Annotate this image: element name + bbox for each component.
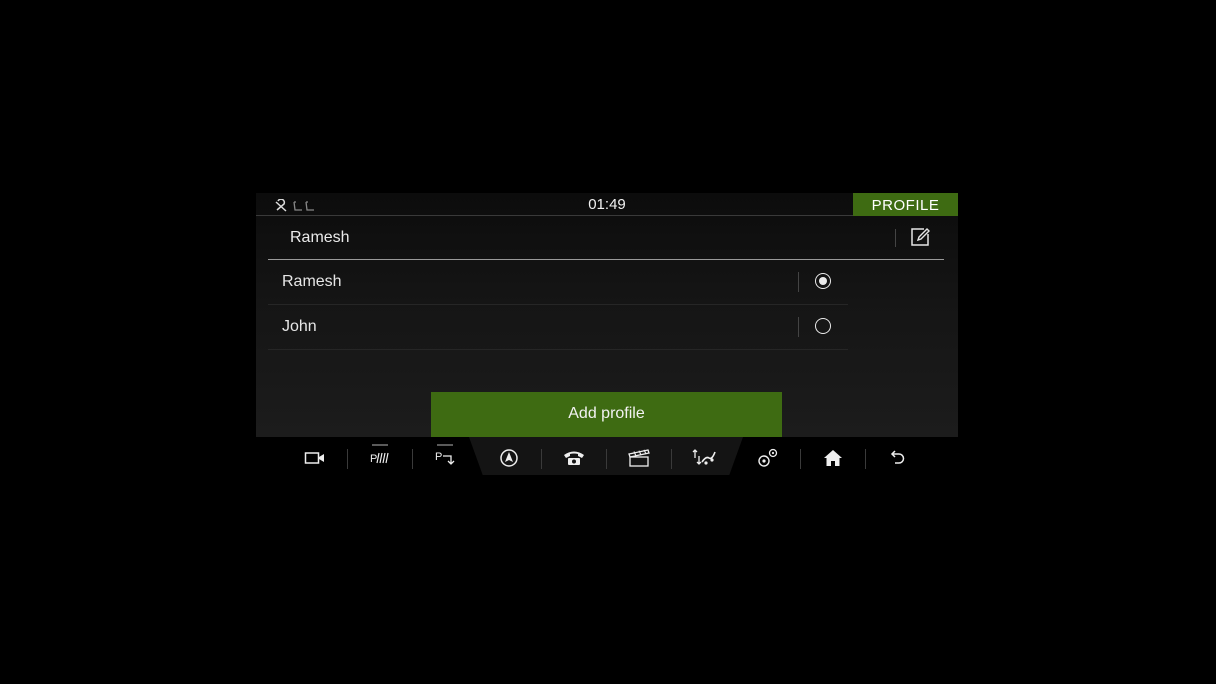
navigation-icon: [499, 448, 519, 468]
camera-button[interactable]: [295, 445, 335, 471]
phone-icon: [563, 449, 585, 467]
edit-profile-button[interactable]: [908, 225, 932, 249]
current-profile-row: Ramesh: [268, 217, 944, 260]
divider: [798, 272, 799, 292]
media-button[interactable]: [619, 445, 659, 471]
nav-separator: [606, 449, 607, 469]
profile-label: John: [282, 318, 317, 335]
divider: [798, 317, 799, 337]
edit-icon: [909, 226, 931, 248]
home-icon: [823, 449, 843, 467]
park-assist-icon: P: [369, 450, 391, 466]
back-icon: [888, 449, 906, 467]
terrain-button[interactable]: [684, 445, 724, 471]
list-item-ramesh[interactable]: Ramesh: [268, 260, 848, 305]
nav-separator: [671, 449, 672, 469]
nav-separator: [541, 449, 542, 469]
svg-text:P: P: [370, 453, 377, 465]
add-profile-button[interactable]: Add profile: [431, 392, 782, 437]
camera-icon: [304, 450, 326, 466]
radio-unselected[interactable]: [815, 318, 831, 334]
park-assist-button[interactable]: P: [360, 445, 400, 471]
back-button[interactable]: [877, 445, 917, 471]
nav-separator: [412, 449, 413, 469]
profile-label: Ramesh: [282, 273, 342, 290]
home-button[interactable]: [813, 445, 853, 471]
nav-separator: [347, 449, 348, 469]
phone-button[interactable]: [554, 445, 594, 471]
nav-separator: [865, 449, 866, 469]
list-item-john[interactable]: John: [268, 305, 848, 350]
park-exit-button[interactable]: P: [425, 445, 465, 471]
svg-text:P: P: [435, 451, 442, 463]
settings-button[interactable]: [748, 445, 788, 471]
navigation-button[interactable]: [489, 445, 529, 471]
settings-icon: [757, 448, 779, 468]
park-exit-icon: P: [434, 449, 456, 467]
current-profile-name: Ramesh: [290, 229, 350, 246]
status-bar: 01:49 PROFILE: [256, 193, 958, 216]
profile-list: Ramesh John: [268, 260, 848, 350]
bottom-navbar: P P: [256, 437, 958, 479]
nav-separator: [800, 449, 801, 469]
tab-profile[interactable]: PROFILE: [853, 193, 958, 216]
profile-screen: 01:49 PROFILE Ramesh Ramesh John Add pro…: [256, 193, 958, 437]
terrain-icon: [692, 448, 716, 468]
media-icon: [627, 448, 651, 468]
radio-selected[interactable]: [815, 273, 831, 289]
divider: [895, 229, 896, 247]
